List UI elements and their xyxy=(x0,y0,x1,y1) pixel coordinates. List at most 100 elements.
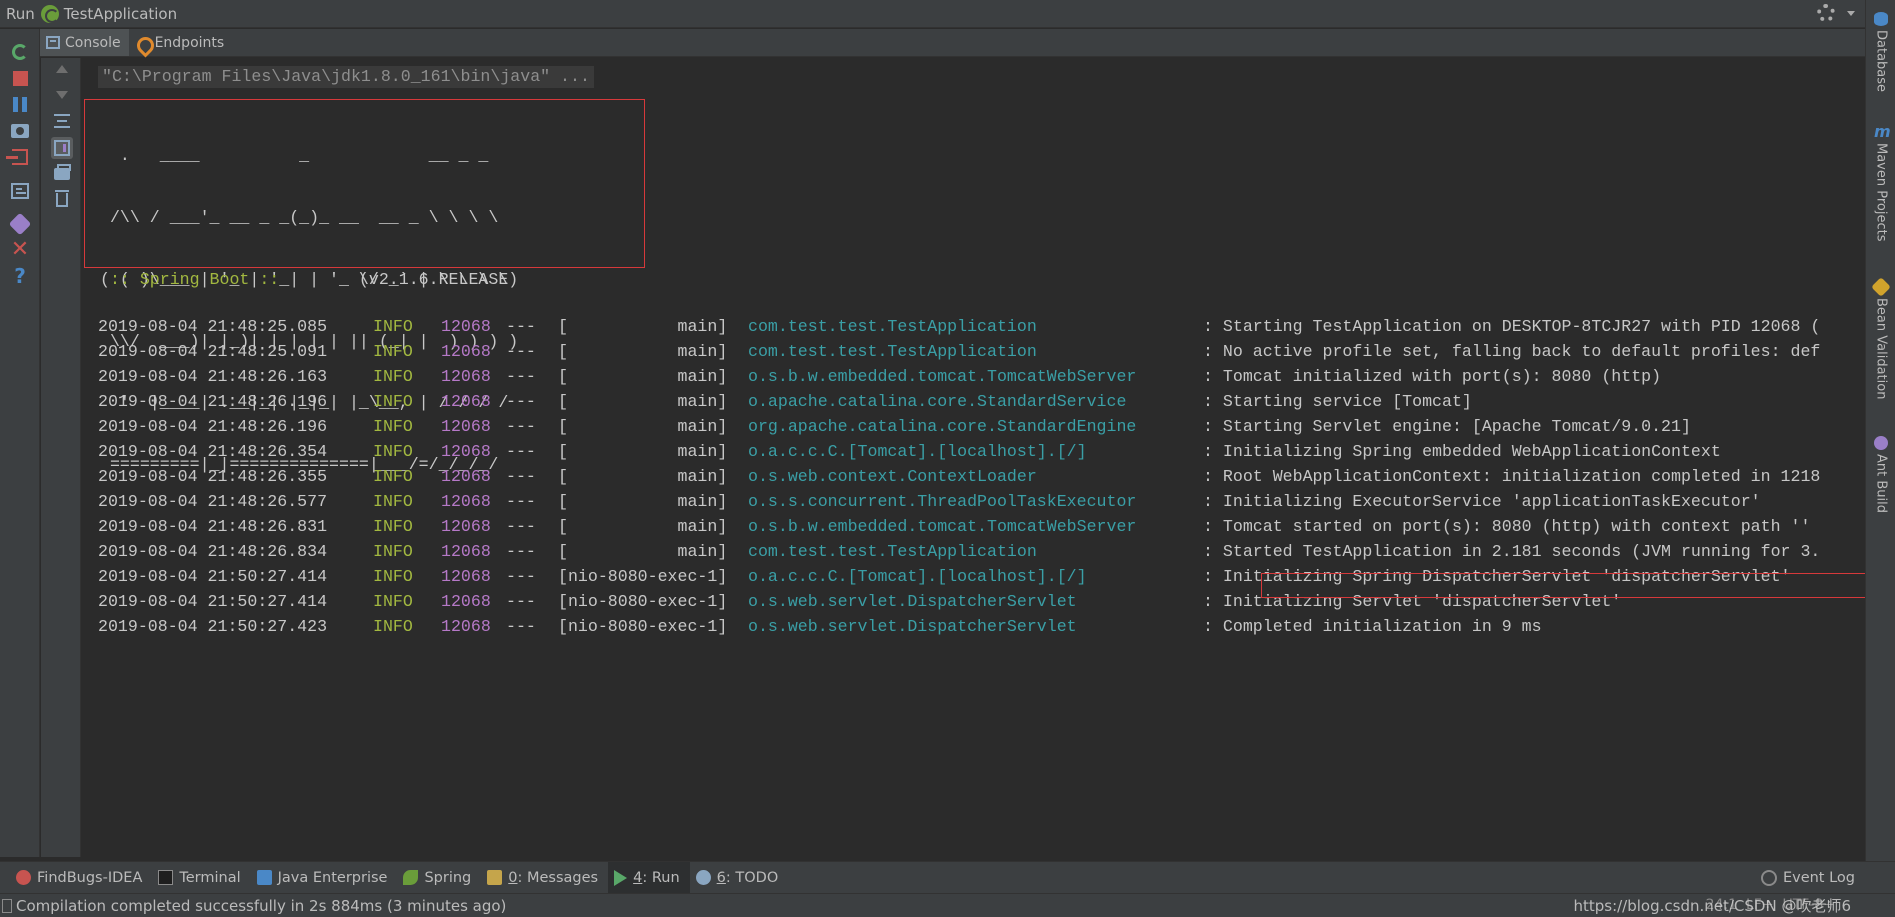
log-logger[interactable]: o.apache.catalina.core.StandardService xyxy=(748,389,1126,414)
run-config-name[interactable]: TestApplication xyxy=(64,5,177,23)
log-logger[interactable]: com.test.test.TestApplication xyxy=(748,339,1037,364)
help-button[interactable]: ? xyxy=(9,265,31,287)
log-logger[interactable]: o.s.web.context.ContextLoader xyxy=(748,464,1037,489)
pause-button[interactable] xyxy=(9,93,31,115)
log-pid: 12068 xyxy=(441,592,491,611)
status-message[interactable]: Compilation completed successfully in 2s… xyxy=(16,897,506,915)
scroll-to-end-button[interactable] xyxy=(51,137,73,159)
log-row: 2019-08-04 21:48:26.196 INFO 12068 --- [ mai… xyxy=(98,414,1865,439)
log-timestamp: 2019-08-04 21:48:25.085 xyxy=(98,317,328,336)
tool-run[interactable]: 4: Run xyxy=(608,862,690,893)
spring-boot-version: (v2.1.6.RELEASE) xyxy=(289,270,519,289)
tool-messages-number: 0 xyxy=(508,869,518,886)
log-separator: --- xyxy=(506,367,536,386)
chevron-down-icon[interactable] xyxy=(1847,10,1855,16)
database-label: Database xyxy=(1873,30,1889,93)
ant-build-label: Ant Build xyxy=(1873,454,1889,513)
restore-layout-button[interactable] xyxy=(9,180,31,202)
log-logger[interactable]: o.s.b.w.embedded.tomcat.TomcatWebServer xyxy=(748,364,1136,389)
event-log-icon xyxy=(1760,870,1777,886)
ant-build-icon xyxy=(1874,436,1888,450)
maven-icon: m xyxy=(1874,122,1891,141)
run-tab-bar: Console Endpoints xyxy=(40,29,1865,57)
gear-icon[interactable] xyxy=(1817,4,1835,22)
log-row: 2019-08-04 21:48:26.831 INFO 12068 --- [ mai… xyxy=(98,514,1865,539)
tool-spring-label: Spring xyxy=(424,869,472,886)
tool-findbugs[interactable]: FindBugs-IDEA xyxy=(10,862,152,893)
stop-button[interactable] xyxy=(9,67,31,89)
log-timestamp: 2019-08-04 21:48:26.196 xyxy=(98,392,328,411)
log-pid: 12068 xyxy=(441,317,491,336)
terminal-icon xyxy=(158,870,174,885)
close-button[interactable]: ✕ xyxy=(9,239,31,261)
log-message: : Started TestApplication in 2.181 secon… xyxy=(1203,542,1821,561)
log-timestamp: 2019-08-04 21:48:25.091 xyxy=(98,342,328,361)
log-logger[interactable]: o.s.b.w.embedded.tomcat.TomcatWebServer xyxy=(748,514,1136,539)
ant-build-tool[interactable]: Ant Build xyxy=(1870,436,1892,513)
log-separator: --- xyxy=(506,517,536,536)
log-level: INFO xyxy=(373,542,413,561)
tool-java-enterprise[interactable]: Java Enterprise xyxy=(251,862,398,893)
log-pid: 12068 xyxy=(441,367,491,386)
exit-button[interactable] xyxy=(6,146,31,168)
bean-validation-tool[interactable]: Bean Validation xyxy=(1870,277,1892,400)
log-level: INFO xyxy=(373,617,413,636)
java-enterprise-icon xyxy=(256,870,272,885)
run-title-bar: Run TestApplication xyxy=(0,0,1895,28)
database-tool[interactable]: Database xyxy=(1870,12,1892,92)
log-logger[interactable]: o.s.web.servlet.DispatcherServlet xyxy=(748,614,1077,639)
scroll-down-button[interactable] xyxy=(51,84,73,106)
rerun-button[interactable] xyxy=(9,41,31,63)
log-logger[interactable]: org.apache.catalina.core.StandardEngine xyxy=(748,414,1136,439)
tool-run-number: 4 xyxy=(633,869,643,886)
print-button[interactable] xyxy=(51,163,73,185)
stop-icon xyxy=(12,70,28,86)
trash-icon xyxy=(55,190,69,207)
clear-all-button[interactable] xyxy=(51,189,73,211)
log-row: 2019-08-04 21:48:26.355 INFO 12068 --- [ mai… xyxy=(98,464,1865,489)
scroll-up-button[interactable] xyxy=(51,58,73,80)
tab-endpoints[interactable]: Endpoints xyxy=(129,29,233,56)
log-pid: 12068 xyxy=(441,442,491,461)
status-toggle-icon[interactable] xyxy=(2,898,12,913)
pin-tab-button[interactable] xyxy=(8,212,32,236)
log-timestamp: 2019-08-04 21:48:26.354 xyxy=(98,442,328,461)
tool-event-log[interactable]: Event Log xyxy=(1760,862,1855,894)
log-level: INFO xyxy=(373,417,413,436)
log-pid: 12068 xyxy=(441,567,491,586)
tomcat-started-highlight-box xyxy=(1261,573,1865,598)
log-timestamp: 2019-08-04 21:48:26.577 xyxy=(98,492,328,511)
log-separator: --- xyxy=(506,442,536,461)
log-timestamp: 2019-08-04 21:48:26.163 xyxy=(98,367,328,386)
log-logger[interactable]: com.test.test.TestApplication xyxy=(748,539,1037,564)
log-logger[interactable]: o.s.s.concurrent.ThreadPoolTaskExecutor xyxy=(748,489,1136,514)
log-pid: 12068 xyxy=(441,617,491,636)
log-timestamp: 2019-08-04 21:50:27.423 xyxy=(98,617,328,636)
log-pid: 12068 xyxy=(441,417,491,436)
log-message: : Initializing Spring embedded WebApplic… xyxy=(1203,442,1721,461)
soft-wrap-button[interactable] xyxy=(51,110,73,132)
log-logger[interactable]: com.test.test.TestApplication xyxy=(748,314,1037,339)
log-logger[interactable]: o.a.c.c.C.[Tomcat].[localhost].[/] xyxy=(748,439,1087,464)
log-thread: [ main] xyxy=(558,392,728,411)
tool-todo[interactable]: 6: TODO xyxy=(690,862,789,893)
log-level: INFO xyxy=(373,442,413,461)
tool-spring[interactable]: Spring xyxy=(397,862,481,893)
log-row: 2019-08-04 21:50:27.423 INFO 12068 --- [nio-… xyxy=(98,614,1865,639)
tab-console[interactable]: Console xyxy=(40,29,129,56)
log-logger[interactable]: o.s.web.servlet.DispatcherServlet xyxy=(748,589,1077,614)
console-output[interactable]: "C:\Program Files\Java\jdk1.8.0_161\bin\… xyxy=(82,58,1865,856)
bean-validation-label: Bean Validation xyxy=(1873,298,1889,400)
log-logger[interactable]: o.a.c.c.C.[Tomcat].[localhost].[/] xyxy=(748,564,1087,589)
log-separator: --- xyxy=(506,467,536,486)
tool-terminal[interactable]: Terminal xyxy=(152,862,250,893)
maven-projects-tool[interactable]: m Maven Projects xyxy=(1870,122,1892,242)
java-command-line[interactable]: "C:\Program Files\Java\jdk1.8.0_161\bin\… xyxy=(98,66,594,88)
log-message: : Completed initialization in 9 ms xyxy=(1203,617,1542,636)
messages-icon xyxy=(487,870,503,885)
log-thread: [nio-8080-exec-1] xyxy=(558,617,728,636)
dump-threads-button[interactable] xyxy=(9,120,31,142)
spring-boot-label: :: Spring Boot :: xyxy=(100,270,290,289)
tool-java-enterprise-label: Java Enterprise xyxy=(277,869,388,886)
tool-messages[interactable]: 0: Messages xyxy=(481,862,608,893)
